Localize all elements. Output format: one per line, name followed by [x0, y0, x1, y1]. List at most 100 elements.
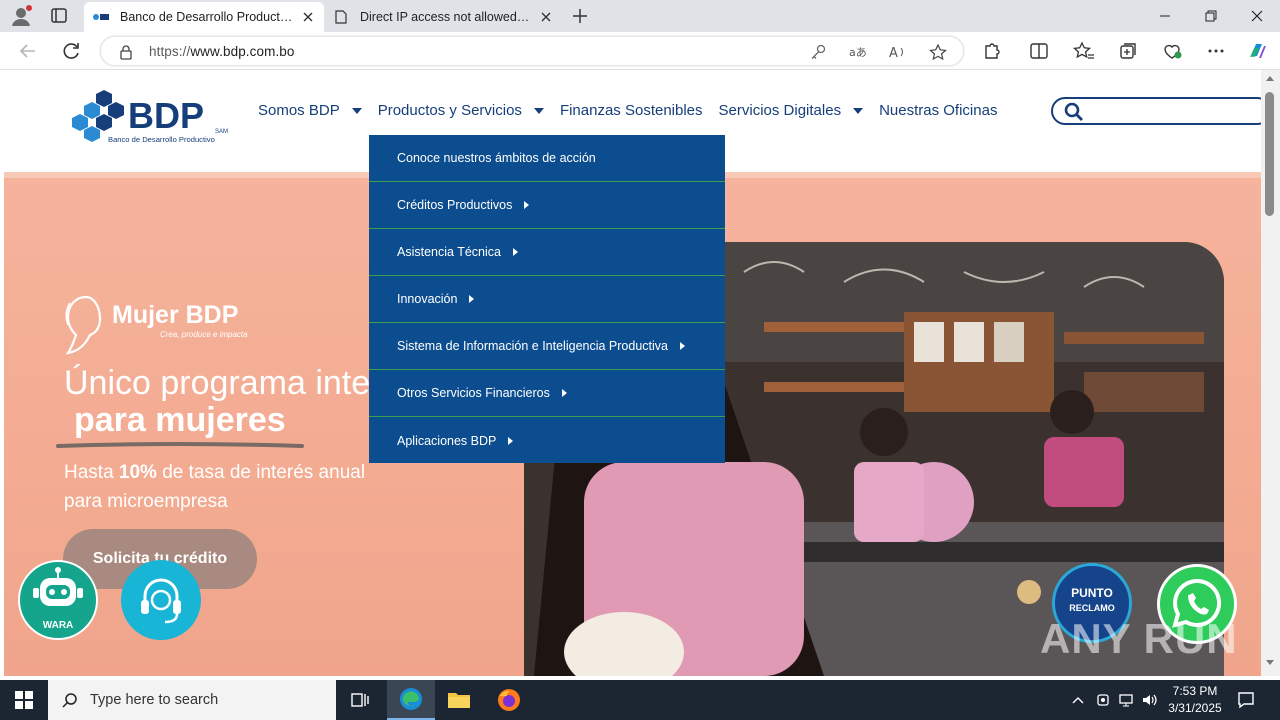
sub-highlight: 10% — [118, 462, 157, 483]
browser-essentials-icon[interactable] — [1161, 41, 1183, 61]
collections-icon[interactable] — [1117, 41, 1139, 61]
wara-chatbot-button[interactable]: WARA — [18, 560, 98, 640]
taskbar-clock[interactable]: 7:53 PM 3/31/2025 — [1160, 683, 1230, 717]
split-screen-icon[interactable] — [1028, 41, 1050, 61]
taskbar-search-input[interactable]: Type here to search — [48, 680, 336, 720]
page-scrollbar[interactable] — [1261, 70, 1280, 676]
mujer-bdp-logo: Mujer BDP Crea, produce e impacta — [62, 293, 262, 357]
brush-underline — [56, 436, 304, 448]
caret-down-icon — [533, 107, 544, 114]
menu-label: Somos BDP — [258, 102, 340, 119]
scroll-down-icon[interactable] — [1266, 660, 1274, 665]
hero-headline-line2: para mujeres — [74, 401, 286, 439]
site-search-input[interactable] — [1051, 97, 1261, 125]
close-tab-icon[interactable] — [538, 9, 554, 25]
hero-headline-line1: Único programa inte — [64, 364, 371, 402]
dropdown-item-ambitos[interactable]: Conoce nuestros ámbitos de acción — [369, 135, 725, 182]
dropdown-item-otros[interactable]: Otros Servicios Financieros — [369, 370, 725, 417]
robot-icon — [33, 567, 83, 606]
url-text[interactable]: https://www.bdp.com.bo — [149, 44, 295, 59]
volume-icon[interactable] — [1141, 692, 1157, 708]
svg-text:aあ: aあ — [849, 46, 867, 59]
reclamo-line1: PUNTO — [1071, 586, 1113, 600]
page-icon — [332, 10, 350, 24]
menu-label: Servicios Digitales — [718, 102, 842, 119]
wara-label: WARA — [42, 620, 74, 631]
extensions-icon[interactable] — [980, 41, 1002, 61]
close-window-icon[interactable] — [1234, 0, 1280, 32]
file-explorer-icon[interactable] — [435, 680, 483, 720]
windows-taskbar: Type here to search 7:53 PM 3/31/2025 — [0, 680, 1280, 720]
windows-start-icon[interactable] — [0, 680, 48, 720]
security-icon[interactable] — [1095, 692, 1111, 708]
dropdown-label: Otros Servicios Financieros — [397, 386, 550, 400]
caret-right-icon — [561, 389, 567, 397]
dropdown-item-aplicaciones[interactable]: Aplicaciones BDP — [369, 417, 725, 464]
scroll-up-icon[interactable] — [1266, 76, 1274, 81]
profile-icon[interactable] — [8, 4, 34, 28]
tab-title: Direct IP access not allowed | Clo — [360, 10, 532, 24]
tab-bdp[interactable]: Banco de Desarrollo Productivo - — [84, 2, 324, 32]
address-toolbar: https://www.bdp.com.bo aあ A — [0, 32, 1280, 70]
dropdown-label: Innovación — [397, 292, 458, 306]
lock-icon[interactable] — [119, 44, 133, 63]
read-aloud-icon[interactable]: A — [889, 44, 907, 61]
favorite-star-icon[interactable] — [929, 43, 947, 61]
new-tab-icon[interactable] — [570, 6, 590, 26]
url-bar[interactable]: https://www.bdp.com.bo aあ A — [100, 36, 964, 66]
woman-profile-icon — [65, 295, 102, 355]
close-tab-icon[interactable] — [300, 9, 316, 25]
caret-right-icon — [469, 295, 475, 303]
anyrun-watermark: ANY RUN — [1040, 615, 1238, 662]
menu-servicios-digitales[interactable]: Servicios Digitales — [719, 102, 864, 119]
caret-right-icon — [508, 436, 514, 445]
tab-direct-ip[interactable]: Direct IP access not allowed | Clo — [324, 2, 562, 32]
task-view-icon[interactable] — [336, 680, 384, 720]
show-hidden-icons[interactable] — [1070, 692, 1086, 708]
sub-prefix: Hasta — [64, 462, 119, 483]
search-icon[interactable] — [1063, 102, 1085, 125]
menu-nuestras-oficinas[interactable]: Nuestras Oficinas — [879, 102, 997, 119]
firefox-icon[interactable] — [485, 680, 533, 720]
sub-line2: para microempresa — [64, 491, 228, 512]
dropdown-item-innovacion[interactable]: Innovación — [369, 276, 725, 323]
bdp-logo[interactable]: BDP SAM Banco de Desarrollo Productivo — [66, 88, 230, 146]
taskbar-search-placeholder: Type here to search — [90, 692, 219, 708]
restore-icon[interactable] — [1188, 0, 1234, 32]
network-icon[interactable] — [1118, 692, 1134, 708]
dropdown-label: Aplicaciones BDP — [397, 433, 497, 448]
caret-down-icon — [351, 107, 362, 114]
dropdown-item-creditos[interactable]: Créditos Productivos — [369, 182, 725, 229]
more-options-icon[interactable] — [1205, 41, 1227, 61]
translate-icon[interactable]: aあ — [849, 44, 867, 60]
sub-suffix: de tasa de interés anual — [156, 462, 366, 483]
menu-label: Finanzas Sostenibles — [559, 102, 703, 119]
favorites-icon[interactable] — [1072, 41, 1095, 61]
caret-down-icon — [853, 107, 864, 114]
main-menu: Somos BDP Productos y Servicios Finanzas… — [258, 102, 1013, 119]
caret-right-icon — [524, 201, 530, 209]
hero-subtitle: Hasta 10% de tasa de interés anual para … — [64, 458, 365, 516]
search-icon — [62, 692, 78, 708]
edge-taskbar-icon[interactable] — [387, 680, 435, 720]
menu-productos-servicios[interactable]: Productos y Servicios — [378, 102, 544, 119]
browser-tab-bar: Banco de Desarrollo Productivo - Direct … — [0, 0, 1280, 32]
menu-label: Nuestras Oficinas — [879, 102, 998, 119]
url-domain: www.bdp.com.bo — [190, 44, 295, 59]
menu-label: Productos y Servicios — [377, 102, 522, 119]
copilot-icon[interactable] — [1247, 41, 1269, 61]
scrollbar-thumb[interactable] — [1265, 92, 1274, 216]
notifications-icon[interactable] — [1236, 690, 1256, 710]
menu-somos-bdp[interactable]: Somos BDP — [258, 102, 362, 119]
support-headset-button[interactable] — [121, 560, 201, 640]
back-icon[interactable] — [17, 41, 39, 61]
tab-actions-icon[interactable] — [48, 6, 70, 26]
dropdown-item-asistencia[interactable]: Asistencia Técnica — [369, 229, 725, 276]
dropdown-label: Asistencia Técnica — [397, 245, 501, 259]
dropdown-item-sistema[interactable]: Sistema de Información e Inteligencia Pr… — [369, 323, 725, 370]
minimize-icon[interactable] — [1142, 0, 1188, 32]
key-icon[interactable] — [809, 44, 827, 60]
logo-subtitle: Banco de Desarrollo Productivo — [108, 135, 215, 144]
menu-finanzas-sostenibles[interactable]: Finanzas Sostenibles — [560, 102, 703, 119]
refresh-icon[interactable] — [61, 41, 83, 61]
